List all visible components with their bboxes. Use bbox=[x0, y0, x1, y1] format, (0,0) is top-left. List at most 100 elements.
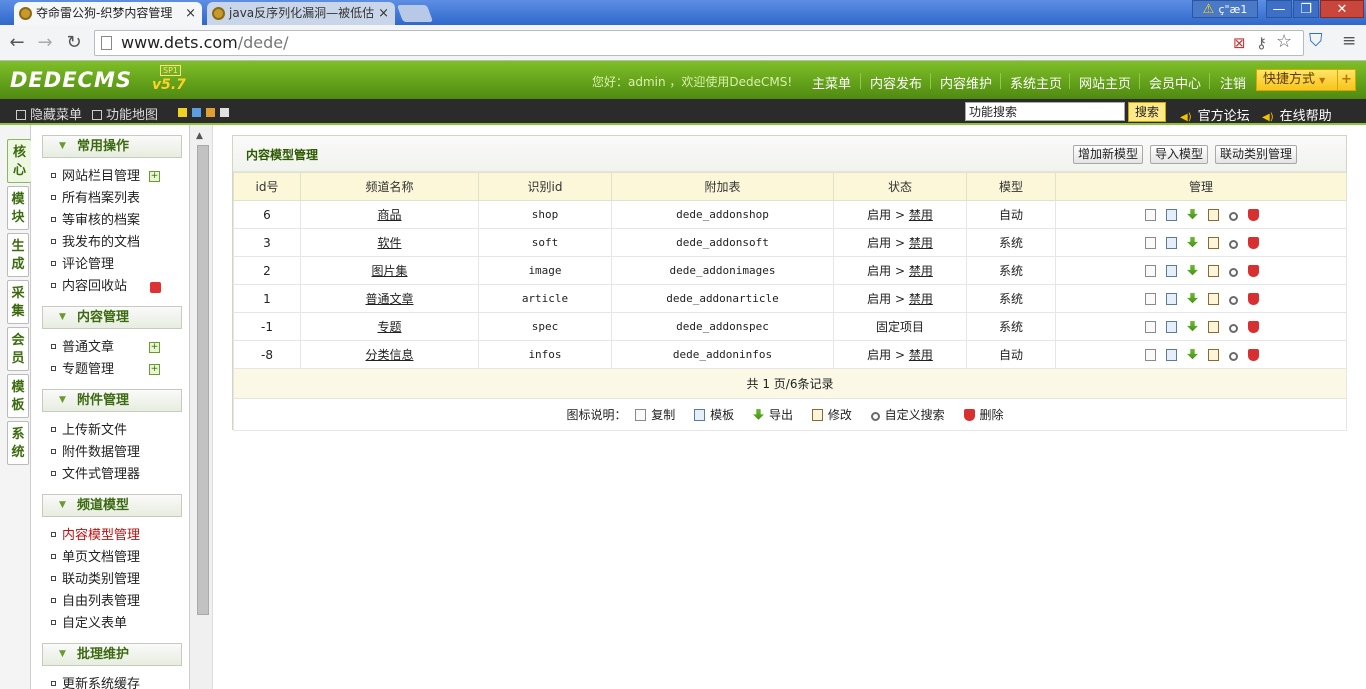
vtab-members[interactable]: 会员 bbox=[7, 327, 29, 371]
menu-group-batch[interactable]: ▼ 批理维护 bbox=[42, 643, 182, 666]
model-name-link[interactable]: 软件 bbox=[377, 236, 401, 250]
maximize-button[interactable]: ❐ bbox=[1293, 0, 1319, 18]
edit-icon[interactable] bbox=[1208, 236, 1219, 249]
close-tab-icon[interactable]: × bbox=[378, 2, 389, 25]
add-shortcut-icon[interactable]: + bbox=[1337, 70, 1355, 90]
export-icon[interactable] bbox=[1187, 292, 1198, 304]
nav-system-home[interactable]: 系统主页 bbox=[1010, 73, 1062, 92]
back-button[interactable]: ← bbox=[6, 32, 28, 54]
menu-item-free-lists[interactable]: 自由列表管理 bbox=[51, 594, 140, 610]
blocked-popup-icon[interactable]: ⊠ bbox=[1233, 34, 1246, 52]
template-icon[interactable] bbox=[1166, 208, 1177, 221]
copy-icon[interactable] bbox=[1145, 348, 1156, 361]
add-icon[interactable]: + bbox=[149, 364, 160, 375]
export-icon[interactable] bbox=[1187, 264, 1198, 276]
search-icon[interactable] bbox=[1229, 295, 1238, 305]
delete-icon[interactable] bbox=[1248, 264, 1259, 277]
search-icon[interactable] bbox=[1229, 351, 1238, 361]
vtab-templates[interactable]: 模板 bbox=[7, 374, 29, 418]
add-icon[interactable]: + bbox=[149, 342, 160, 353]
model-name-link[interactable]: 专题 bbox=[377, 320, 401, 334]
menu-item-topics[interactable]: 专题管理 bbox=[51, 362, 114, 378]
cell-name[interactable]: 图片集 bbox=[300, 256, 479, 285]
cell-name[interactable]: 分类信息 bbox=[300, 340, 479, 369]
menu-group-attachments[interactable]: ▼ 附件管理 bbox=[42, 389, 182, 412]
menu-item-attachment-data[interactable]: 附件数据管理 bbox=[51, 445, 140, 461]
official-forum-link[interactable]: ◀) 官方论坛 bbox=[1180, 105, 1250, 124]
search-button[interactable]: 搜索 bbox=[1128, 102, 1166, 122]
search-icon[interactable] bbox=[1229, 239, 1238, 249]
skin-blue-button[interactable] bbox=[192, 108, 201, 117]
delete-icon[interactable] bbox=[1248, 292, 1259, 305]
copy-icon[interactable] bbox=[1145, 264, 1156, 277]
menu-item-update-cache[interactable]: 更新系统缓存 bbox=[51, 677, 140, 689]
menu-item-all-archives[interactable]: 所有档案列表 bbox=[51, 191, 140, 207]
scrollbar-thumb[interactable] bbox=[197, 145, 209, 615]
cell-name[interactable]: 软件 bbox=[300, 228, 479, 257]
copy-icon[interactable] bbox=[1145, 236, 1156, 249]
export-icon[interactable] bbox=[1187, 348, 1198, 360]
delete-icon[interactable] bbox=[1248, 208, 1259, 221]
template-icon[interactable] bbox=[1166, 320, 1177, 333]
export-icon[interactable] bbox=[1187, 236, 1198, 248]
quick-shortcuts-button[interactable]: 快捷方式 ▼ + bbox=[1256, 69, 1356, 91]
bookmark-star-icon[interactable]: ☆ bbox=[1276, 31, 1292, 52]
delete-icon[interactable] bbox=[1248, 236, 1259, 249]
add-icon[interactable]: + bbox=[149, 171, 160, 182]
nav-site-home[interactable]: 网站主页 bbox=[1079, 73, 1131, 92]
copy-icon[interactable] bbox=[1145, 292, 1156, 305]
skin-orange-button[interactable] bbox=[206, 108, 215, 117]
cell-name[interactable]: 普通文章 bbox=[300, 284, 479, 313]
menu-group-content[interactable]: ▼ 内容管理 bbox=[42, 306, 182, 329]
vtab-system[interactable]: 系统 bbox=[7, 421, 29, 465]
search-icon[interactable] bbox=[1229, 211, 1238, 221]
vtab-collect[interactable]: 采集 bbox=[7, 280, 29, 324]
vtab-modules[interactable]: 模块 bbox=[7, 186, 29, 230]
menu-item-category-manage[interactable]: 网站栏目管理 bbox=[51, 169, 140, 185]
scroll-up-icon[interactable]: ▲ bbox=[196, 131, 203, 141]
copy-icon[interactable] bbox=[1145, 208, 1156, 221]
cell-name[interactable]: 专题 bbox=[300, 312, 479, 341]
nav-main-menu[interactable]: 主菜单 bbox=[812, 73, 851, 92]
model-name-link[interactable]: 图片集 bbox=[371, 264, 407, 278]
close-tab-icon[interactable]: × bbox=[185, 2, 196, 25]
menu-item-single-pages[interactable]: 单页文档管理 bbox=[51, 550, 140, 566]
menu-group-common[interactable]: ▼ 常用操作 bbox=[42, 135, 182, 158]
cell-name[interactable]: 商品 bbox=[300, 200, 479, 229]
linkage-manage-button[interactable]: 联动类别管理 bbox=[1215, 145, 1298, 164]
disable-link[interactable]: 禁用 bbox=[909, 292, 933, 306]
import-model-button[interactable]: 导入模型 bbox=[1150, 145, 1209, 164]
model-name-link[interactable]: 分类信息 bbox=[365, 348, 413, 362]
new-tab-button[interactable] bbox=[396, 5, 434, 22]
delete-icon[interactable] bbox=[1248, 348, 1259, 361]
menu-item-pending-archives[interactable]: 等审核的档案 bbox=[51, 213, 140, 229]
menu-group-channel-models[interactable]: ▼ 频道模型 bbox=[42, 494, 182, 517]
nav-logout[interactable]: 注销 bbox=[1220, 73, 1246, 92]
disable-link[interactable]: 禁用 bbox=[909, 264, 933, 278]
add-model-button[interactable]: 增加新模型 bbox=[1073, 145, 1144, 164]
search-icon[interactable] bbox=[1229, 323, 1238, 333]
edit-icon[interactable] bbox=[1208, 348, 1219, 361]
nav-member-center[interactable]: 会员中心 bbox=[1149, 73, 1201, 92]
menu-scrollbar[interactable]: ▲ bbox=[190, 125, 213, 689]
close-window-button[interactable]: ✕ bbox=[1320, 0, 1364, 18]
model-name-link[interactable]: 商品 bbox=[377, 208, 401, 222]
skin-gray-button[interactable] bbox=[220, 108, 229, 117]
profile-button[interactable]: ⚠ ç"æ1 bbox=[1192, 0, 1258, 18]
key-icon[interactable]: ⚷ bbox=[1256, 34, 1267, 52]
browser-tab-active[interactable]: 夺命雷公狗-织梦内容管理 × bbox=[14, 2, 202, 25]
edit-icon[interactable] bbox=[1208, 320, 1219, 333]
export-icon[interactable] bbox=[1187, 208, 1198, 220]
disable-link[interactable]: 禁用 bbox=[909, 208, 933, 222]
export-icon[interactable] bbox=[1187, 320, 1198, 332]
menu-item-comments[interactable]: 评论管理 bbox=[51, 257, 114, 273]
nav-content-publish[interactable]: 内容发布 bbox=[870, 73, 922, 92]
menu-item-file-manager[interactable]: 文件式管理器 bbox=[51, 467, 140, 483]
forward-button[interactable]: → bbox=[34, 32, 56, 54]
menu-item-linkage-categories[interactable]: 联动类别管理 bbox=[51, 572, 140, 588]
menu-icon[interactable]: ≡ bbox=[1342, 31, 1356, 51]
minimize-button[interactable]: — bbox=[1266, 0, 1292, 18]
menu-item-upload[interactable]: 上传新文件 bbox=[51, 423, 127, 439]
template-icon[interactable] bbox=[1166, 264, 1177, 277]
template-icon[interactable] bbox=[1166, 348, 1177, 361]
